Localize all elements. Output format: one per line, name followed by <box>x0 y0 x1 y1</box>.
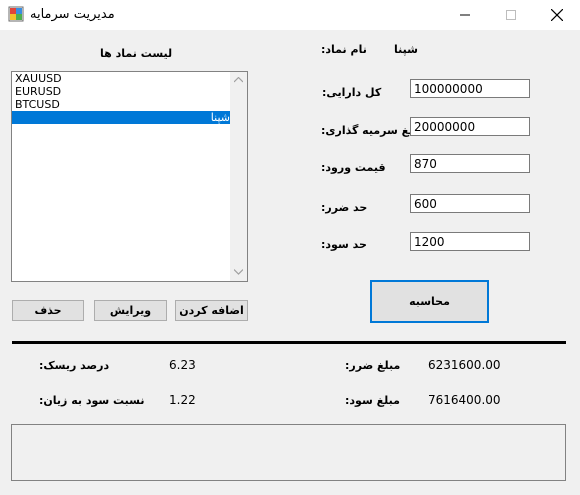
app-icon <box>8 6 24 22</box>
symbol-label: :نام نماد <box>321 43 367 56</box>
list-item-selected[interactable]: شپنا <box>12 111 230 124</box>
add-button[interactable]: اضافه کردن <box>175 300 248 321</box>
minimize-button[interactable] <box>442 0 488 30</box>
reward-risk-value: 1.22 <box>169 393 196 407</box>
reward-risk-label: :نسبت سود به زیان <box>39 394 145 407</box>
entry-price-label: :قیمت ورود <box>321 161 386 174</box>
risk-percent-value: 6.23 <box>169 358 196 372</box>
investment-input[interactable]: 20000000 <box>410 117 530 136</box>
scroll-down-icon[interactable] <box>234 269 243 275</box>
entry-price-input[interactable]: 870 <box>410 154 530 173</box>
take-profit-label: :حد سود <box>321 238 367 251</box>
scroll-up-icon[interactable] <box>234 77 243 83</box>
title-bar: مدیریت سرمایه <box>0 0 580 30</box>
maximize-icon <box>506 10 516 20</box>
stop-loss-input[interactable]: 600 <box>410 194 530 213</box>
total-assets-label: :کل دارایی <box>322 86 382 99</box>
list-item[interactable]: EURUSD <box>12 85 230 98</box>
list-item[interactable]: BTCUSD <box>12 98 230 111</box>
list-header: لیست نماد ها <box>100 47 173 60</box>
profit-amount-value: 7616400.00 <box>428 393 501 407</box>
list-scrollbar[interactable] <box>230 72 247 281</box>
stop-loss-label: :حد ضرر <box>321 201 368 214</box>
total-assets-input[interactable]: 100000000 <box>410 79 530 98</box>
delete-button[interactable]: حذف <box>12 300 84 321</box>
loss-amount-label: :مبلغ ضرر <box>345 359 401 372</box>
divider <box>12 341 566 344</box>
edit-button[interactable]: ویرایش <box>94 300 167 321</box>
risk-percent-label: :درصد ریسک <box>39 359 110 372</box>
profit-amount-label: :مبلغ سود <box>345 394 400 407</box>
symbol-listbox[interactable]: XAUUSD EURUSD BTCUSD شپنا <box>11 71 248 282</box>
output-box[interactable] <box>11 424 566 481</box>
list-item[interactable]: XAUUSD <box>12 72 230 85</box>
minimize-icon <box>460 14 470 16</box>
close-button[interactable] <box>534 0 580 30</box>
take-profit-input[interactable]: 1200 <box>410 232 530 251</box>
loss-amount-value: 6231600.00 <box>428 358 501 372</box>
window-title: مدیریت سرمایه <box>30 7 115 22</box>
close-icon <box>551 9 563 21</box>
calculate-button[interactable]: محاسبه <box>370 280 489 323</box>
maximize-button[interactable] <box>488 0 534 30</box>
symbol-value: شپنا <box>394 43 418 56</box>
